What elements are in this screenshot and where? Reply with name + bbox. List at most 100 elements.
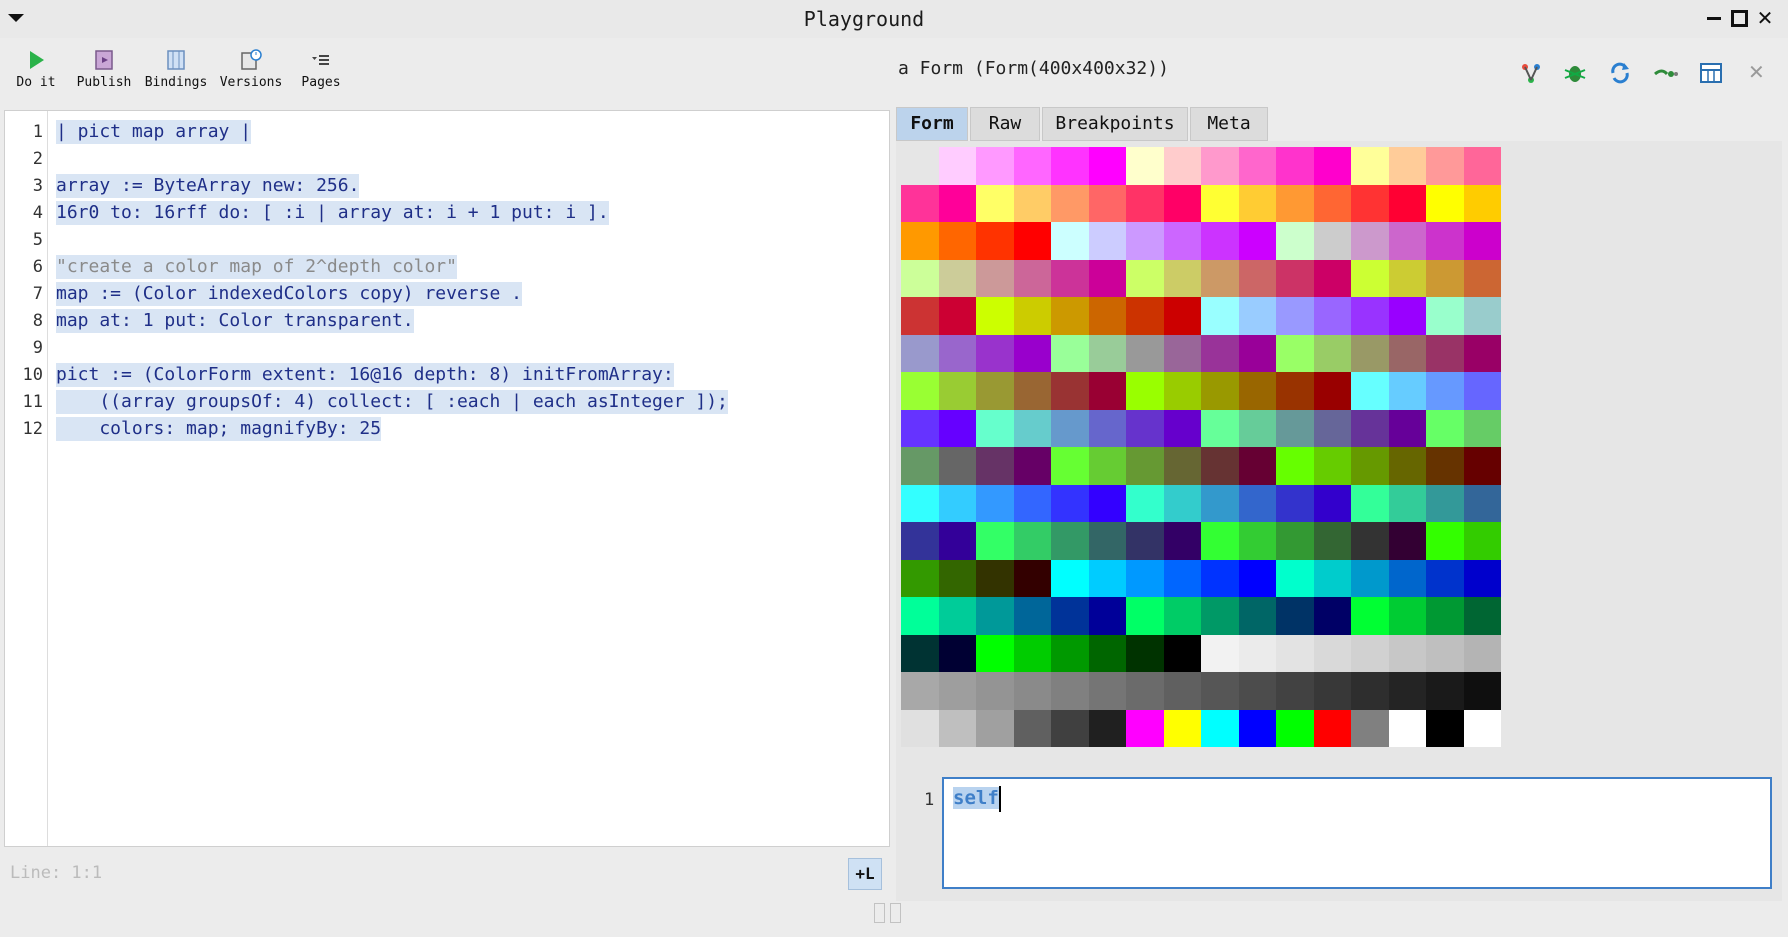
publish-label: Publish <box>76 75 132 90</box>
line-number: 6 <box>32 257 43 277</box>
code-line[interactable]: colors: map; magnifyBy: 25 <box>56 417 382 441</box>
tab-meta[interactable]: Meta <box>1190 107 1268 141</box>
code-editor[interactable]: 1 2 3 4 5 6 7 8 9 10 11 12 | pict map array | array … <box>4 110 890 847</box>
color-swatch <box>1013 522 1051 560</box>
publish-button[interactable]: Publish <box>74 48 134 90</box>
color-swatch <box>901 409 939 447</box>
evaluator-input[interactable] <box>942 777 1772 889</box>
color-swatch <box>1163 372 1201 410</box>
minimize-icon[interactable] <box>1704 8 1724 28</box>
color-swatch <box>1426 484 1464 522</box>
color-swatch <box>1351 297 1389 335</box>
color-swatch <box>1088 559 1126 597</box>
color-swatch <box>1388 334 1426 372</box>
color-swatch <box>1013 709 1051 747</box>
color-swatch <box>976 484 1014 522</box>
color-swatch <box>1126 672 1164 710</box>
grid-icon[interactable] <box>1698 60 1724 86</box>
pages-button[interactable]: Pages <box>298 48 344 90</box>
color-swatch <box>1313 147 1351 185</box>
color-swatch <box>1051 484 1089 522</box>
color-swatch <box>1276 334 1314 372</box>
cursor-position: Line: 1:1 <box>10 863 103 883</box>
color-swatch <box>1313 409 1351 447</box>
color-swatch <box>1351 559 1389 597</box>
color-swatch <box>1463 147 1501 185</box>
toggle-line-numbers-button[interactable]: +L <box>848 858 882 890</box>
versions-icon <box>241 49 262 70</box>
color-swatch <box>1351 222 1389 260</box>
branch-icon[interactable] <box>1518 60 1544 86</box>
color-swatch <box>1351 409 1389 447</box>
versions-button[interactable]: Versions <box>218 48 284 90</box>
color-swatch <box>1238 597 1276 635</box>
color-swatch <box>1238 184 1276 222</box>
color-swatch <box>938 559 976 597</box>
code-line[interactable]: | pict map array | <box>56 120 252 144</box>
close-icon[interactable]: ✕ <box>1755 8 1775 28</box>
evaluator-code[interactable]: self <box>953 787 999 809</box>
color-swatch <box>1088 447 1126 485</box>
color-swatch <box>976 559 1014 597</box>
color-swatch <box>1426 259 1464 297</box>
code-line[interactable]: array := ByteArray new: 256. <box>56 174 360 198</box>
color-swatch <box>1426 147 1464 185</box>
color-swatch <box>1463 334 1501 372</box>
color-swatch <box>1276 147 1314 185</box>
color-swatch <box>1126 522 1164 560</box>
color-swatch <box>1313 259 1351 297</box>
tab-form[interactable]: Form <box>896 107 968 141</box>
editor-status-bar: Line: 1:1 <box>4 853 890 893</box>
line-number: 9 <box>32 338 43 358</box>
code-line[interactable]: map at: 1 put: Color transparent. <box>56 309 414 333</box>
color-swatch <box>1313 559 1351 597</box>
color-swatch <box>1201 409 1239 447</box>
color-swatch <box>1051 634 1089 672</box>
color-swatch <box>1276 259 1314 297</box>
color-swatch <box>938 184 976 222</box>
color-swatch <box>1463 184 1501 222</box>
color-swatch <box>1276 297 1314 335</box>
color-swatch <box>1276 672 1314 710</box>
color-swatch <box>901 147 939 185</box>
color-swatch <box>1238 484 1276 522</box>
color-swatch <box>976 147 1014 185</box>
do-it-button[interactable]: Do it <box>14 48 58 90</box>
bindings-button[interactable]: Bindings <box>143 48 209 90</box>
color-swatch <box>1463 709 1501 747</box>
pane-splitter-handle[interactable] <box>874 903 910 925</box>
color-swatch <box>1238 372 1276 410</box>
color-swatch <box>1088 709 1126 747</box>
bug-icon[interactable] <box>1562 60 1588 86</box>
code-line[interactable]: 16r0 to: 16rff do: [ :i | array at: i + … <box>56 201 609 225</box>
color-swatch <box>1238 709 1276 747</box>
code-line[interactable]: map := (Color indexedColors copy) revers… <box>56 282 522 306</box>
color-swatch <box>938 672 976 710</box>
line-number: 7 <box>32 284 43 304</box>
color-swatch <box>1238 334 1276 372</box>
color-swatch <box>1126 222 1164 260</box>
color-swatch <box>1088 259 1126 297</box>
tab-raw[interactable]: Raw <box>970 107 1040 141</box>
code-line[interactable]: pict := (ColorForm extent: 16@16 depth: … <box>56 363 674 387</box>
color-swatch <box>901 334 939 372</box>
inspector-close-icon[interactable]: ✕ <box>1748 60 1765 84</box>
color-swatch <box>1088 409 1126 447</box>
color-swatch <box>1163 634 1201 672</box>
color-swatch <box>1013 484 1051 522</box>
tab-breakpoints[interactable]: Breakpoints <box>1042 107 1188 141</box>
color-swatch <box>1088 597 1126 635</box>
maximize-icon[interactable] <box>1729 8 1749 28</box>
code-line[interactable]: "create a color map of 2^depth color" <box>56 255 457 279</box>
color-swatch <box>901 447 939 485</box>
code-line[interactable]: ((array groupsOf: 4) collect: [ :each | … <box>56 390 728 414</box>
color-swatch <box>1313 709 1351 747</box>
color-swatch <box>938 147 976 185</box>
color-swatch <box>938 334 976 372</box>
refresh-icon[interactable] <box>1607 60 1633 86</box>
color-swatch <box>1351 522 1389 560</box>
color-swatch <box>976 259 1014 297</box>
line-number: 5 <box>32 230 43 250</box>
color-swatch <box>1013 334 1051 372</box>
browse-icon[interactable] <box>1652 60 1678 86</box>
